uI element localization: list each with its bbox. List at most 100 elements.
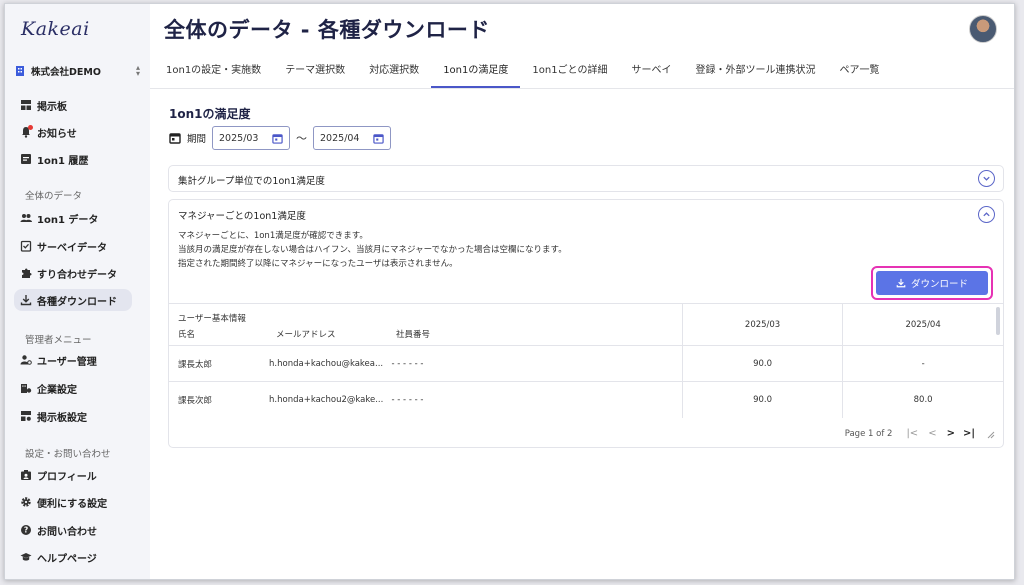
cell-name: 課長太郎 (169, 345, 270, 382)
sidebar-item-label: 1on1 データ (37, 214, 99, 226)
page-title: 全体のデータ - 各種ダウンロード (164, 18, 490, 42)
date-from-input[interactable]: 2025/03 (212, 126, 291, 150)
sidebar-item-help-page[interactable]: ヘルプページ (14, 546, 132, 568)
chevron-up-icon (983, 212, 990, 217)
tab-1on1-details[interactable]: 1on1ごとの詳細 (520, 58, 619, 88)
range-separator: 〜 (296, 132, 308, 145)
sidebar-item-preferences[interactable]: 便利にする設定 (14, 491, 132, 513)
cell-month-2: - (842, 345, 1003, 382)
users-icon (20, 214, 32, 222)
sidebar-item-board[interactable]: 掲示板 (14, 94, 132, 116)
help-icon: ? (21, 525, 31, 535)
cell-month-1: 90.0 (681, 381, 843, 418)
table-row[interactable]: 課長次郎 h.honda+kachou2@kake... - - - - - -… (169, 381, 1003, 418)
survey-icon (20, 240, 32, 252)
expand-toggle[interactable] (978, 170, 995, 187)
download-label: ダウンロード (910, 279, 968, 290)
card-title: マネジャーごとの1on1満足度 (178, 211, 306, 222)
app-window: Kakeai 株式会社DEMO ▴ ▾ 掲示板 お知らせ 1on1 履歴 全体のデ… (4, 3, 1015, 580)
col-header-name[interactable]: 氏名 (178, 328, 195, 340)
table-row[interactable]: 課長太郎 h.honda+kachou@kakea... - - - - - -… (169, 345, 1003, 382)
history-icon (21, 154, 31, 164)
sidebar-item-1on1-data[interactable]: 1on1 データ (14, 207, 132, 229)
period-label: 期間 (187, 134, 207, 145)
tab-registration-status[interactable]: 登録・外部ツール連携状況 (683, 58, 827, 88)
gear-icon (21, 497, 31, 507)
tab-response-count[interactable]: 対応選択数 (357, 58, 431, 88)
sidebar-item-label: 1on1 履歴 (37, 155, 89, 167)
sidebar-item-label: すり合わせデータ (37, 269, 117, 281)
svg-text:?: ? (24, 526, 28, 535)
tab-survey[interactable]: サーベイ (619, 58, 683, 88)
col-header-employee-id[interactable]: 社員番号 (396, 328, 430, 340)
date-to-input[interactable]: 2025/04 (313, 126, 392, 150)
sidebar-item-label: 掲示板 (37, 101, 67, 113)
sidebar-item-notice[interactable]: お知らせ (14, 121, 132, 143)
sidebar-item-label: プロフィール (37, 471, 97, 483)
resize-handle-icon[interactable] (985, 429, 995, 439)
prev-page-button[interactable]: < (928, 428, 936, 439)
table-header-row: ユーザー基本情報 氏名 メールアドレス 社員番号 2025/03 2025/04 (169, 303, 1003, 346)
tab-1on1-satisfaction[interactable]: 1on1の満足度 (431, 58, 521, 88)
company-icon (21, 384, 32, 393)
group-header: ユーザー基本情報 (178, 314, 246, 324)
table-scrollbar[interactable] (996, 307, 1000, 335)
col-header-month-2[interactable]: 2025/04 (842, 303, 1003, 346)
graduation-icon (20, 553, 32, 561)
sidebar-item-company-settings[interactable]: 企業設定 (14, 377, 132, 399)
calendar-icon (373, 133, 384, 144)
sidebar-item-alignment-data[interactable]: すり合わせデータ (14, 262, 132, 284)
section-label-admin: 管理者メニュー (25, 335, 92, 346)
section-title: 1on1の満足度 (169, 107, 251, 121)
download-button[interactable]: ダウンロード (876, 271, 988, 295)
sidebar-item-profile[interactable]: プロフィール (14, 464, 132, 486)
sidebar-item-label: 企業設定 (37, 384, 77, 396)
building-icon (16, 66, 24, 76)
cell-email: h.honda+kachou@kakea... (269, 345, 392, 382)
cell-month-2: 80.0 (842, 381, 1003, 418)
download-icon (20, 295, 32, 306)
app-logo[interactable]: Kakeai (21, 18, 90, 40)
board-settings-icon (21, 411, 31, 421)
tab-pair-list[interactable]: ペア一覧 (827, 58, 891, 88)
card-title: 集計グループ単位での1on1満足度 (178, 176, 325, 187)
section-label-data: 全体のデータ (25, 191, 83, 202)
cell-employee-id: - - - - - - (391, 381, 683, 418)
bell-icon (20, 125, 33, 138)
next-page-button[interactable]: > (947, 428, 955, 439)
sidebar-item-label: お知らせ (37, 128, 77, 140)
col-header-email[interactable]: メールアドレス (276, 328, 336, 340)
puzzle-icon (22, 268, 32, 278)
user-avatar[interactable] (969, 15, 997, 43)
sidebar-item-label: お問い合わせ (37, 526, 97, 538)
section-label-settings: 設定・お問い合わせ (25, 449, 111, 460)
sidebar-item-survey-data[interactable]: サーベイデータ (14, 235, 132, 257)
board-icon (21, 100, 31, 110)
sidebar-item-history[interactable]: 1on1 履歴 (14, 148, 132, 170)
col-header-month-1[interactable]: 2025/03 (681, 303, 843, 346)
calendar-icon (272, 133, 283, 144)
last-page-button[interactable]: >| (963, 428, 975, 439)
company-name: 株式会社DEMO (31, 67, 101, 78)
sidebar-item-downloads[interactable]: 各種ダウンロード (14, 289, 132, 311)
profile-icon (21, 470, 31, 480)
tab-1on1-settings[interactable]: 1on1の設定・実施数 (154, 58, 273, 88)
sidebar-item-label: サーベイデータ (37, 242, 107, 254)
collapse-toggle[interactable] (978, 206, 995, 223)
company-switcher[interactable]: 株式会社DEMO ▴ ▾ (15, 63, 140, 79)
sidebar-item-user-manage[interactable]: ユーザー管理 (14, 349, 132, 371)
sidebar-item-label: ヘルプページ (37, 553, 97, 565)
description-line: 当該月の満足度が存在しない場合はハイフン、当該月にマネジャーでなかった場合は空欄… (178, 245, 567, 255)
description-line: マネジャーごとに、1on1満足度が確認できます。 (178, 231, 368, 241)
first-page-button[interactable]: |< (906, 428, 918, 439)
sidebar-item-board-settings[interactable]: 掲示板設定 (14, 405, 132, 427)
tab-theme-count[interactable]: テーマ選択数 (273, 58, 357, 88)
download-highlight: ダウンロード (871, 266, 993, 300)
period-selector: 期間 2025/03 〜 2025/04 (169, 126, 392, 150)
page-info: Page 1 of 2 (844, 428, 893, 439)
cell-employee-id: - - - - - - (391, 345, 683, 382)
main-content: 全体のデータ - 各種ダウンロード 1on1の設定・実施数 テーマ選択数 対応選… (150, 4, 1014, 579)
group-satisfaction-card[interactable]: 集計グループ単位での1on1満足度 (168, 165, 1004, 192)
date-from-value: 2025/03 (219, 132, 259, 144)
sidebar-item-contact[interactable]: ? お問い合わせ (14, 519, 132, 541)
